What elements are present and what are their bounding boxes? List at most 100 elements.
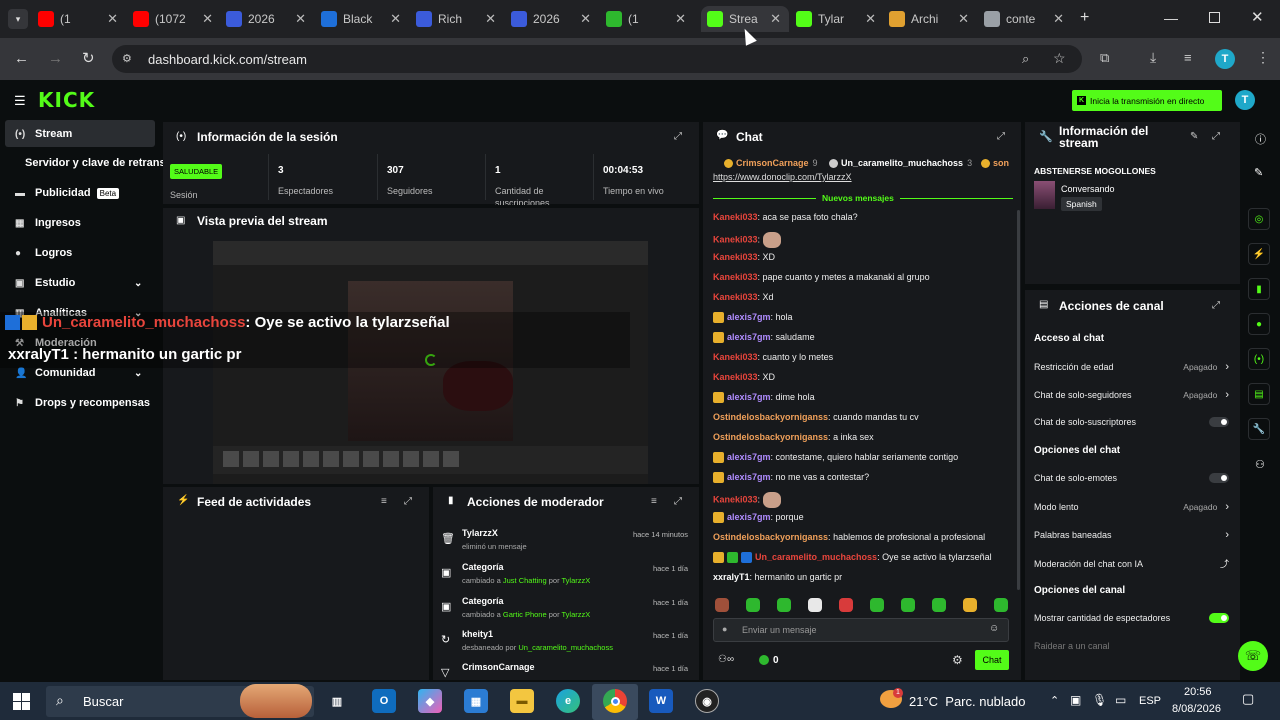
channel-actions-expand-icon[interactable]: ⤢ xyxy=(1212,300,1220,311)
mod-expand-icon[interactable]: ⤢ xyxy=(674,496,682,507)
option-control[interactable] xyxy=(1209,613,1229,623)
channel-option-row[interactable]: Chat de solo-seguidores Apagado › xyxy=(1034,389,1229,401)
tab-close-icon[interactable]: ✕ xyxy=(770,11,781,27)
browser-tab[interactable]: (1 ✕ xyxy=(606,6,692,32)
chrome-icon[interactable] xyxy=(603,689,627,713)
rail-wrench-icon[interactable]: 🔧 xyxy=(1248,418,1270,440)
quick-emote-icon[interactable] xyxy=(746,598,760,612)
chat-username[interactable]: alexis7gm xyxy=(727,312,771,322)
chat-username[interactable]: xxralyT1 xyxy=(713,572,750,582)
profile-avatar[interactable]: T xyxy=(1215,49,1235,69)
tab-close-icon[interactable]: ✕ xyxy=(295,11,306,27)
channel-option-row[interactable]: Chat de solo-suscriptores xyxy=(1034,417,1229,427)
chat-username[interactable]: alexis7gm xyxy=(727,472,771,482)
toggle-switch[interactable] xyxy=(1209,613,1229,623)
sidebar-item[interactable]: ▬ Publicidad Beta xyxy=(15,187,120,199)
quick-emote-icon[interactable] xyxy=(901,598,915,612)
browser-tab[interactable]: (1 ✕ xyxy=(38,6,124,32)
sidebar-item[interactable]: ● Logros xyxy=(15,247,72,259)
media-control-icon[interactable]: ≡ xyxy=(1184,50,1192,65)
channel-option-row[interactable]: Restricción de edad Apagado › xyxy=(1034,361,1229,373)
chat-message[interactable]: alexis7gm: porque xyxy=(713,512,804,524)
support-chat-button[interactable]: ☏ xyxy=(1238,641,1268,671)
lang-indicator[interactable]: ESP xyxy=(1139,695,1161,707)
edge-icon[interactable]: e xyxy=(556,689,580,713)
tray-chevron-icon[interactable]: ⌃ xyxy=(1050,694,1059,707)
tab-search-button[interactable]: ▾ xyxy=(8,9,28,29)
detail-link[interactable]: Just Chatting xyxy=(503,576,547,585)
chat-message[interactable]: alexis7gm: dime hola xyxy=(713,392,815,404)
channel-option-row[interactable]: Mostrar cantidad de espectadores xyxy=(1034,613,1229,623)
browser-menu-icon[interactable]: ⋮ xyxy=(1256,49,1270,66)
chat-message[interactable]: alexis7gm: no me vas a contestar? xyxy=(713,472,869,484)
clock-date[interactable]: 8/08/2026 xyxy=(1172,703,1221,715)
weather-text[interactable]: 21°C Parc. nublado xyxy=(909,694,1026,709)
hamburger-icon[interactable]: ☰ xyxy=(14,93,26,109)
chat-message[interactable]: Kaneki033: xyxy=(713,232,781,248)
close-window-button[interactable]: ✕ xyxy=(1251,8,1264,26)
browser-tab[interactable]: (1072 ✕ xyxy=(133,6,219,32)
detail-user[interactable]: TylarzzX xyxy=(562,610,591,619)
info-icon[interactable]: ⓘ xyxy=(1255,131,1266,147)
chat-username[interactable]: Kaneki033 xyxy=(713,494,758,504)
network-icon[interactable]: ▭ xyxy=(1115,693,1126,707)
chat-tools-icon[interactable]: ⚇∞ xyxy=(718,654,734,665)
edit-pencil-icon[interactable]: ✎ xyxy=(1190,131,1198,142)
chat-username[interactable]: alexis7gm xyxy=(727,452,771,462)
tab-close-icon[interactable]: ✕ xyxy=(958,11,969,27)
chat-message[interactable]: xxralyT1: hermanito un gartic pr xyxy=(713,572,842,582)
rail-broadcast-icon[interactable]: (•) xyxy=(1248,348,1270,370)
browser-tab[interactable]: Rich ✕ xyxy=(416,6,502,32)
chat-message[interactable]: Kaneki033: pape cuanto y metes a makanak… xyxy=(713,272,930,282)
option-control[interactable] xyxy=(1209,473,1229,483)
chat-message[interactable]: Ostindelosbackyorniganss: hablemos de pr… xyxy=(713,532,985,542)
detail-user[interactable]: TylarzzX xyxy=(562,576,591,585)
chat-username[interactable]: alexis7gm xyxy=(727,392,771,402)
tray-app-icon[interactable]: ▣ xyxy=(1070,693,1081,707)
detail-link[interactable]: Gartic Phone xyxy=(503,610,547,619)
notification-center-icon[interactable]: ▢ xyxy=(1242,691,1254,707)
chat-username[interactable]: alexis7gm xyxy=(727,332,771,342)
tab-close-icon[interactable]: ✕ xyxy=(1053,11,1064,27)
mod-filter-icon[interactable]: ≡ xyxy=(651,496,657,507)
chat-message[interactable]: Kaneki033: XD xyxy=(713,252,775,262)
chat-message[interactable]: Kaneki033: Xd xyxy=(713,292,774,302)
downloads-icon[interactable]: ⤓ xyxy=(1150,49,1156,66)
site-info-icon[interactable]: ⚙ xyxy=(122,52,132,65)
channel-option-row[interactable]: Chat de solo-emotes xyxy=(1034,473,1229,483)
chat-username[interactable]: Kaneki033 xyxy=(713,252,758,262)
store-icon[interactable]: ▦ xyxy=(464,689,488,713)
chat-username[interactable]: Kaneki033 xyxy=(713,272,758,282)
tab-close-icon[interactable]: ✕ xyxy=(580,11,591,27)
sidebar-item[interactable]: Servidor y clave de retransm xyxy=(25,157,175,169)
chat-message[interactable]: Kaneki033: aca se pasa foto chala? xyxy=(713,212,858,222)
extensions-icon[interactable]: ⧉ xyxy=(1100,50,1109,66)
donation-link[interactable]: https://www.donoclip.com/TylarzzX xyxy=(713,172,852,182)
emoji-icon[interactable]: ☺ xyxy=(989,623,999,634)
activity-expand-icon[interactable]: ⤢ xyxy=(404,496,412,507)
chat-username[interactable]: Ostindelosbackyorniganss xyxy=(713,412,828,422)
chat-username[interactable]: Ostindelosbackyorniganss xyxy=(713,532,828,542)
stream-info-expand-icon[interactable]: ⤢ xyxy=(1212,131,1220,142)
chat-message[interactable]: alexis7gm: contestame, quiero hablar ser… xyxy=(713,452,958,464)
minimize-button[interactable]: — xyxy=(1164,10,1178,26)
pinned-chatter[interactable]: CrimsonCarnage 9 xyxy=(724,158,818,169)
maximize-button[interactable] xyxy=(1209,12,1220,23)
tab-close-icon[interactable]: ✕ xyxy=(675,11,686,27)
option-control[interactable]: › xyxy=(1225,529,1229,541)
user-avatar[interactable]: T xyxy=(1235,90,1255,110)
sidebar-item[interactable]: (•) Stream xyxy=(15,128,72,140)
browser-tab[interactable]: 2026 ✕ xyxy=(226,6,312,32)
rail-list-icon[interactable]: ▤ xyxy=(1248,383,1270,405)
chat-expand-icon[interactable]: ⤢ xyxy=(997,131,1005,142)
tab-close-icon[interactable]: ✕ xyxy=(865,11,876,27)
kick-logo[interactable]: KICK xyxy=(38,88,95,112)
option-control[interactable]: Apagado › xyxy=(1183,501,1229,513)
task-view-icon[interactable]: ▥ xyxy=(325,689,349,713)
chat-message[interactable]: alexis7gm: saludame xyxy=(713,332,815,344)
chat-send-button[interactable]: Chat xyxy=(975,650,1009,670)
chat-username[interactable]: Ostindelosbackyorniganss xyxy=(713,432,828,442)
chat-username[interactable]: Kaneki033 xyxy=(713,234,758,244)
browser-tab[interactable]: Tylar ✕ xyxy=(796,6,882,32)
windows-start-icon[interactable] xyxy=(13,693,30,710)
